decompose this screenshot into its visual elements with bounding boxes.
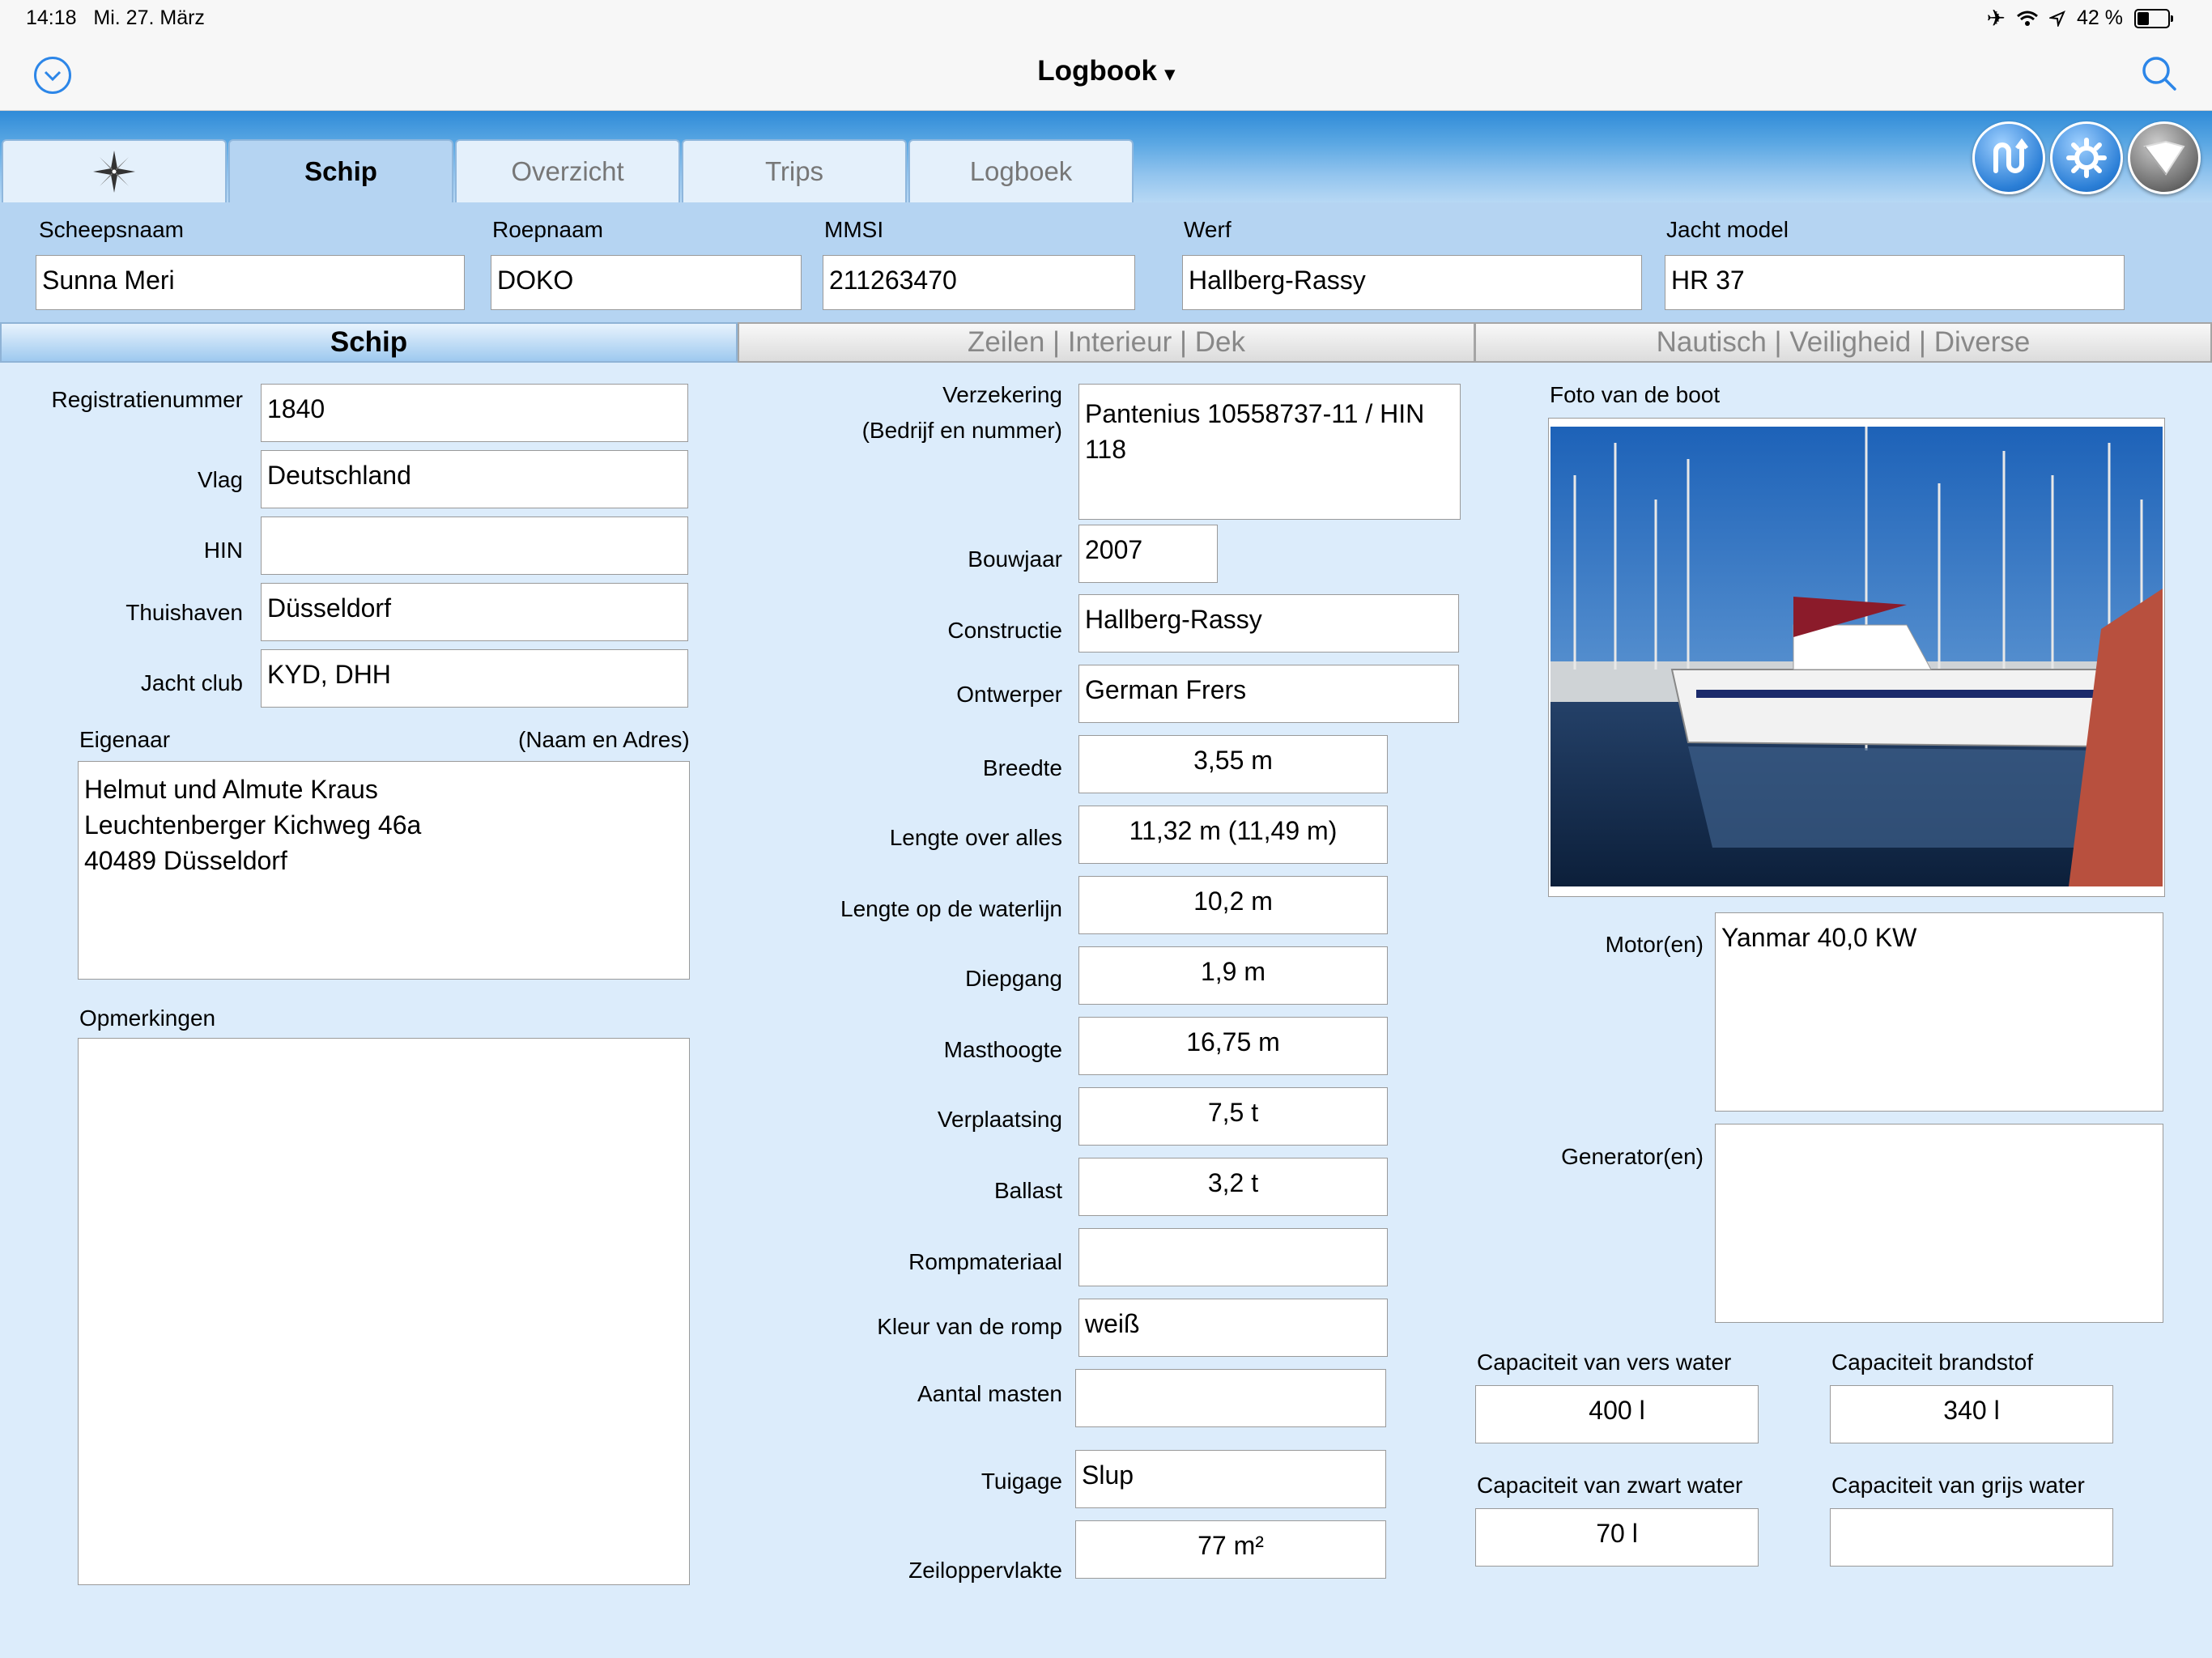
lwl-field[interactable]: 10,2 m <box>1078 876 1388 934</box>
insurance-hint: (Bedrijf en nummer) <box>861 418 1062 443</box>
generator-label: Generator(en) <box>1561 1144 1704 1169</box>
insurance-label: Verzekering <box>942 382 1062 407</box>
ballast-label: Ballast <box>993 1178 1062 1203</box>
construction-label: Constructie <box>947 618 1062 643</box>
book-button[interactable] <box>2128 121 2201 194</box>
yard-field[interactable]: Hallberg-Rassy <box>1182 255 1642 310</box>
build-year-label: Bouwjaar <box>968 546 1062 572</box>
gear-icon <box>2066 138 2107 178</box>
boat-photo-frame[interactable] <box>1548 418 2165 897</box>
logbook-title-menu[interactable]: Logbook ▾ <box>0 55 2212 87</box>
lwl-label: Lengte op de waterlijn <box>840 896 1062 921</box>
home-port-label: Thuishaven <box>125 600 243 625</box>
owner-field[interactable]: Helmut und Almute Kraus Leuchtenberger K… <box>78 761 690 980</box>
grey-water-field[interactable] <box>1830 1508 2113 1567</box>
location-arrow-icon <box>2049 10 2065 27</box>
remarks-label: Opmerkingen <box>79 1005 216 1031</box>
owner-hint: (Naam en Adres) <box>518 727 690 752</box>
flag-label: Vlag <box>197 467 243 492</box>
tab-overzicht[interactable]: Overzicht <box>455 139 680 202</box>
draft-label: Diepgang <box>965 966 1062 991</box>
book-icon <box>2143 140 2185 176</box>
insurance-field[interactable]: Pantenius 10558737-11 / HIN 118 <box>1078 384 1461 520</box>
registration-field[interactable]: 1840 <box>261 384 688 442</box>
hull-material-field[interactable] <box>1078 1228 1388 1286</box>
sync-icon <box>1993 138 2028 173</box>
black-water-label: Capaciteit van zwart water <box>1477 1473 1743 1498</box>
boat-photo <box>1551 427 2163 886</box>
registration-label: Registratienummer <box>51 387 243 412</box>
build-year-field[interactable]: 2007 <box>1078 525 1218 583</box>
flag-field[interactable]: Deutschland <box>261 450 688 508</box>
yard-label: Werf <box>1184 217 1231 242</box>
status-bar: 14:18 Mi. 27. März ✈ 42 % <box>0 0 2212 37</box>
tab-schip[interactable]: Schip <box>228 139 453 202</box>
rig-field[interactable]: Slup <box>1075 1450 1386 1508</box>
status-right: ✈ 42 % <box>1986 5 2173 32</box>
battery-icon <box>2134 8 2173 28</box>
mmsi-field[interactable]: 211263470 <box>823 255 1135 310</box>
hin-field[interactable] <box>261 517 688 575</box>
photo-label: Foto van de boot <box>1550 382 1721 407</box>
designer-label: Ontwerper <box>956 682 1062 707</box>
fresh-water-field[interactable]: 400 l <box>1475 1385 1759 1443</box>
hull-color-field[interactable]: weiß <box>1078 1299 1388 1357</box>
ship-name-label: Scheepsnaam <box>39 217 185 242</box>
segment-nautisch-veiligheid-diverse[interactable]: Nautisch | Veiligheid | Diverse <box>1474 322 2212 363</box>
mast-height-label: Masthoogte <box>943 1037 1062 1062</box>
sync-button[interactable] <box>1972 121 2045 194</box>
beam-label: Breedte <box>982 755 1062 780</box>
draft-field[interactable]: 1,9 m <box>1078 946 1388 1005</box>
fresh-water-label: Capaciteit van vers water <box>1477 1350 1732 1375</box>
generator-field[interactable] <box>1715 1124 2163 1323</box>
tab-logboek[interactable]: Logboek <box>908 139 1134 202</box>
hull-material-label: Rompmateriaal <box>908 1249 1062 1274</box>
yacht-club-label: Jacht club <box>140 670 243 695</box>
remarks-field[interactable] <box>78 1038 690 1585</box>
engine-field[interactable]: Yanmar 40,0 KW <box>1715 912 2163 1112</box>
sail-area-label: Zeiloppervlakte <box>908 1558 1062 1583</box>
callsign-field[interactable]: DOKO <box>491 255 802 310</box>
rig-label: Tuigage <box>981 1469 1062 1494</box>
construction-field[interactable]: Hallberg-Rassy <box>1078 594 1459 653</box>
ship-name-field[interactable]: Sunna Meri <box>36 255 465 310</box>
yacht-club-field[interactable]: KYD, DHH <box>261 649 688 708</box>
designer-field[interactable]: German Frers <box>1078 665 1459 723</box>
model-field[interactable]: HR 37 <box>1665 255 2125 310</box>
mast-height-field[interactable]: 16,75 m <box>1078 1017 1388 1075</box>
mast-count-label: Aantal masten <box>917 1381 1062 1406</box>
displacement-label: Verplaatsing <box>937 1107 1062 1132</box>
tab-trips[interactable]: Trips <box>682 139 907 202</box>
fuel-field[interactable]: 340 l <box>1830 1385 2113 1443</box>
segment-schip[interactable]: Schip <box>0 322 738 363</box>
grey-water-label: Capaciteit van grijs water <box>1831 1473 2085 1498</box>
hin-label: HIN <box>203 538 243 563</box>
beam-field[interactable]: 3,55 m <box>1078 735 1388 793</box>
compass-rose-icon <box>93 151 135 193</box>
ballast-field[interactable]: 3,2 t <box>1078 1158 1388 1216</box>
home-port-field[interactable]: Düsseldorf <box>261 583 688 641</box>
mast-count-field[interactable] <box>1075 1369 1386 1427</box>
model-label: Jacht model <box>1666 217 1789 242</box>
navigation-bar: Logbook ▾ <box>0 37 2212 111</box>
callsign-label: Roepnaam <box>492 217 603 242</box>
status-time: 14:18 Mi. 27. März <box>26 6 205 29</box>
hull-color-label: Kleur van de romp <box>877 1314 1062 1339</box>
mmsi-label: MMSI <box>824 217 884 242</box>
black-water-field[interactable]: 70 l <box>1475 1508 1759 1567</box>
engine-label: Motor(en) <box>1605 932 1704 957</box>
search-icon[interactable] <box>2141 55 2178 92</box>
owner-label: Eigenaar <box>79 727 171 752</box>
displacement-field[interactable]: 7,5 t <box>1078 1087 1388 1146</box>
fuel-label: Capaciteit brandstof <box>1831 1350 2034 1375</box>
wifi-icon <box>2017 11 2038 26</box>
sail-area-field[interactable]: 77 m² <box>1075 1520 1386 1579</box>
airplane-icon: ✈ <box>1986 6 2006 31</box>
segment-zeilen-interieur-dek[interactable]: Zeilen | Interieur | Dek <box>738 322 1475 363</box>
loa-label: Lengte over alles <box>889 825 1062 850</box>
battery-percent: 42 % <box>2077 6 2123 29</box>
tab-home[interactable] <box>2 139 227 202</box>
loa-field[interactable]: 11,32 m (11,49 m) <box>1078 806 1388 864</box>
settings-button[interactable] <box>2050 121 2123 194</box>
